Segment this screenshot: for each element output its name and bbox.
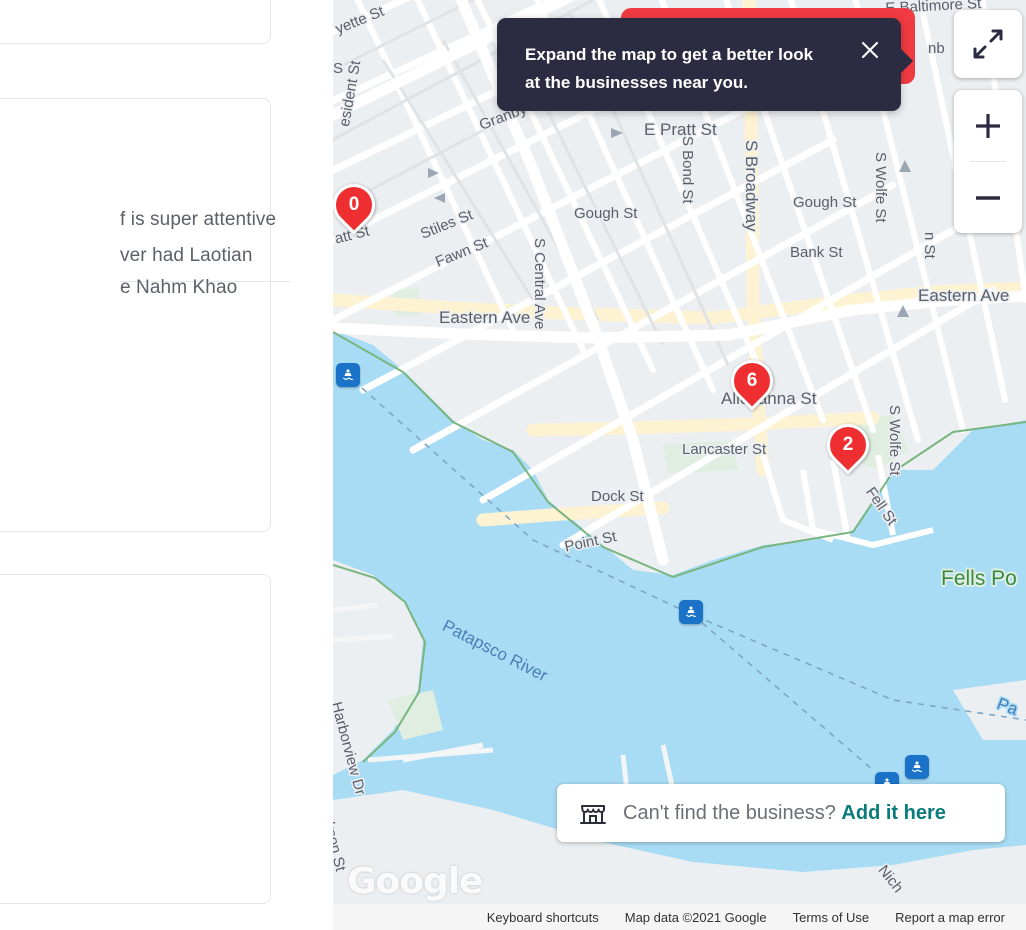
storefront-icon (580, 805, 606, 824)
close-icon[interactable] (858, 38, 882, 62)
add-business-prompt: Can't find the business? (623, 801, 836, 824)
ferry-terminal-icon[interactable] (905, 755, 929, 779)
add-business-bar[interactable]: Can't find the business? Add it here (557, 784, 1005, 842)
expand-map-button[interactable] (954, 10, 1022, 78)
tooltip-message: Expand the map to get a better look at t… (525, 45, 814, 92)
google-watermark: Google (347, 861, 484, 902)
map-pin-count: 2 (842, 434, 854, 455)
map-pin-count: 6 (746, 370, 758, 391)
map-attribution-bar: Keyboard shortcuts Map data ©2021 Google… (333, 904, 1026, 930)
expand-map-tooltip: Expand the map to get a better look at t… (497, 18, 913, 111)
plus-icon (976, 113, 1000, 138)
map-pin-count: 0 (348, 194, 360, 215)
ferry-terminal-icon[interactable] (679, 600, 703, 624)
map-search-page: f is super attentive ver had Laotian e N… (0, 0, 1026, 930)
review-text: f is super attentive (120, 209, 277, 230)
expand-arrows-icon (973, 29, 1003, 59)
zoom-out-button[interactable] (954, 162, 1022, 233)
add-business-text: Can't find the business? Add it here (623, 802, 946, 825)
review-card[interactable] (0, 574, 271, 904)
reviews-sidebar: f is super attentive ver had Laotian e N… (0, 0, 333, 930)
review-text: ver had Laotian (120, 245, 253, 266)
review-card[interactable] (0, 98, 271, 532)
map-canvas[interactable]: yette St E Pratt St E Baltimore St Granby S… (333, 0, 1026, 930)
review-card[interactable] (0, 0, 271, 44)
add-it-here-link[interactable]: Add it here (841, 802, 945, 824)
keyboard-shortcuts-link[interactable]: Keyboard shortcuts (474, 910, 612, 925)
zoom-controls[interactable] (954, 90, 1022, 233)
report-map-error-link[interactable]: Report a map error (882, 910, 1018, 925)
minus-icon (976, 195, 1000, 200)
review-text: e Nahm Khao (120, 277, 238, 298)
zoom-in-button[interactable] (954, 90, 1022, 161)
ferry-terminal-icon[interactable] (336, 363, 360, 387)
map-data-copyright: Map data ©2021 Google (624, 909, 767, 925)
terms-of-use-link[interactable]: Terms of Use (780, 910, 883, 925)
